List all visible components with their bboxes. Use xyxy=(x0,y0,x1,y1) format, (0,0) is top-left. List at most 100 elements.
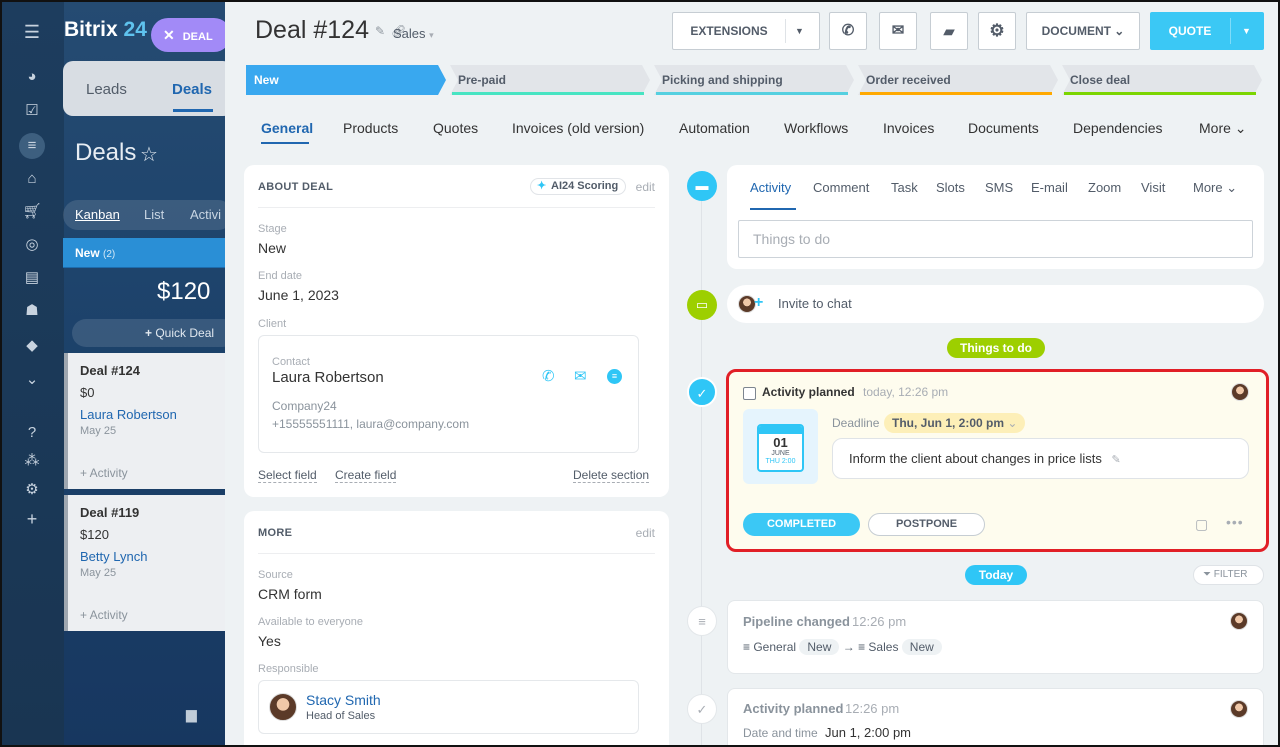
star-icon[interactable]: ☆ xyxy=(140,142,158,167)
kanban-card[interactable]: Deal #124 $0 Laura Robertson May 25 + Ac… xyxy=(64,353,234,489)
tab-more[interactable]: More ⌄ xyxy=(1199,120,1247,137)
editor-tab-sms[interactable]: SMS xyxy=(985,180,1013,195)
contact-center-icon[interactable]: ▤ xyxy=(20,266,44,290)
responsible-name[interactable]: Stacy Smith xyxy=(306,692,381,708)
card-name[interactable]: Deal #119 xyxy=(80,505,139,520)
end-date-value[interactable]: June 1, 2023 xyxy=(258,287,339,303)
chevron-down-icon[interactable]: ▼ xyxy=(795,13,804,49)
view-kanban[interactable]: Kanban xyxy=(75,207,120,222)
sitemap-icon[interactable]: ⁂ xyxy=(20,449,44,473)
editor-tab-slots[interactable]: Slots xyxy=(936,180,965,195)
tab-deals[interactable]: Deals xyxy=(172,81,212,98)
select-field-link[interactable]: Select field xyxy=(258,468,317,483)
bitrix24-logo[interactable]: Bitrix 24 xyxy=(64,18,147,42)
add-plus-icon[interactable]: + xyxy=(20,507,44,531)
document-button[interactable]: DOCUMENT ⌄ xyxy=(1026,12,1140,50)
edit-pencil-icon[interactable]: ✎ xyxy=(1112,454,1121,466)
gear-icon[interactable]: ⚙ xyxy=(978,12,1016,50)
edit-link[interactable]: edit xyxy=(636,526,655,540)
tab-quotes[interactable]: Quotes xyxy=(433,120,478,136)
close-icon[interactable]: ✕ xyxy=(163,27,175,43)
hamburger-menu-icon[interactable]: ☰ xyxy=(20,20,44,44)
more-chevron-icon[interactable]: ⌄ xyxy=(20,368,44,392)
card-person[interactable]: Betty Lynch xyxy=(80,549,147,564)
deal-category-selector[interactable]: Sales ▾ xyxy=(393,26,434,41)
extensions-button[interactable]: EXTENSIONS ▼ xyxy=(672,12,820,50)
view-activities[interactable]: Activi xyxy=(190,207,221,222)
stage-pre-paid[interactable]: Pre-paid xyxy=(450,65,650,95)
activity-checkbox[interactable] xyxy=(743,387,756,400)
robot-icon[interactable]: ☗ xyxy=(20,299,44,323)
source-value[interactable]: CRM form xyxy=(258,586,322,602)
phone-icon[interactable]: ✆ xyxy=(542,367,555,385)
marketing-target-icon[interactable]: ◎ xyxy=(20,233,44,257)
chevron-down-icon[interactable]: ▼ xyxy=(1242,12,1251,50)
tab-leads[interactable]: Leads xyxy=(86,81,127,98)
editor-tab-more[interactable]: More ⌄ xyxy=(1193,180,1237,196)
view-list[interactable]: List xyxy=(144,207,164,222)
create-field-link[interactable]: Create field xyxy=(335,468,397,483)
avatar[interactable] xyxy=(269,693,297,721)
editor-tab-task[interactable]: Task xyxy=(891,180,918,195)
tab-invoices[interactable]: Invoices xyxy=(883,120,934,136)
editor-tab-email[interactable]: E-mail xyxy=(1031,180,1068,195)
tab-documents[interactable]: Documents xyxy=(968,120,1039,136)
postpone-button[interactable]: POSTPONE xyxy=(868,513,985,536)
kanban-column-header[interactable]: New (2) xyxy=(63,238,233,268)
note-icon[interactable]: ▢ xyxy=(1195,516,1208,533)
activity-description[interactable]: Inform the client about changes in price… xyxy=(832,438,1249,479)
crm-icon[interactable]: ≡ xyxy=(19,133,45,159)
card-person[interactable]: Laura Robertson xyxy=(80,407,177,422)
tab-products[interactable]: Products xyxy=(343,120,398,136)
activity-stream-icon[interactable]: ◕ xyxy=(20,65,44,89)
phone-icon[interactable]: ✆ xyxy=(829,12,867,50)
things-to-do-input[interactable]: Things to do xyxy=(738,220,1253,258)
chat-icon[interactable]: ≡ xyxy=(607,369,622,384)
editor-tab-activity[interactable]: Activity xyxy=(750,180,791,195)
delete-section-link[interactable]: Delete section xyxy=(573,468,650,483)
kanban-card[interactable]: Deal #119 $120 Betty Lynch May 25 + Acti… xyxy=(64,495,234,631)
close-deal-pill[interactable]: ✕ DEAL xyxy=(151,18,231,52)
more-dots-icon[interactable]: ••• xyxy=(1226,514,1244,530)
chat-icon[interactable]: ▰ xyxy=(930,12,968,50)
print-icon[interactable]: ▆ xyxy=(186,706,197,723)
tasks-icon[interactable]: ☑ xyxy=(20,99,44,123)
stage-new[interactable]: New xyxy=(246,65,446,95)
avatar[interactable] xyxy=(1231,383,1249,401)
deal-title: Deal #124 ✎ 🔗︎ xyxy=(255,16,406,45)
card-add-activity[interactable]: + Activity xyxy=(80,608,128,622)
ai24-scoring-badge[interactable]: ✦ AI24 Scoring xyxy=(530,178,626,195)
stage-picking-shipping[interactable]: Picking and shipping xyxy=(654,65,854,95)
inventory-box-icon[interactable]: ◆ xyxy=(20,334,44,358)
edit-pencil-icon[interactable]: ✎ xyxy=(375,24,385,38)
description-text: Inform the client about changes in price… xyxy=(849,451,1102,466)
tab-workflows[interactable]: Workflows xyxy=(784,120,848,136)
editor-tab-zoom[interactable]: Zoom xyxy=(1088,180,1121,195)
tab-automation[interactable]: Automation xyxy=(679,120,750,136)
deadline-value[interactable]: Thu, Jun 1, 2:00 pm ⌄ xyxy=(884,413,1026,433)
stage-order-received[interactable]: Order received xyxy=(858,65,1058,95)
mail-icon[interactable]: ✉ xyxy=(574,367,587,385)
card-name[interactable]: Deal #124 xyxy=(80,363,140,378)
stage-value[interactable]: New xyxy=(258,240,286,256)
quote-button[interactable]: QUOTE ▼ xyxy=(1150,12,1264,50)
stage-close-deal[interactable]: Close deal xyxy=(1062,65,1262,95)
edit-link[interactable]: edit xyxy=(636,180,655,194)
invite-to-chat-row[interactable]: + Invite to chat xyxy=(727,285,1264,323)
company-icon[interactable]: ⌂ xyxy=(20,167,44,191)
contact-name[interactable]: Laura Robertson xyxy=(272,369,384,386)
help-icon[interactable]: ? xyxy=(20,421,44,445)
filter-button[interactable]: ⏷ FILTER xyxy=(1193,565,1264,585)
tab-invoices-old[interactable]: Invoices (old version) xyxy=(512,120,644,136)
editor-tab-comment[interactable]: Comment xyxy=(813,180,869,195)
editor-tab-visit[interactable]: Visit xyxy=(1141,180,1165,195)
tab-general[interactable]: General xyxy=(261,120,313,136)
settings-gear-icon[interactable]: ⚙ xyxy=(20,478,44,502)
card-add-activity[interactable]: + Activity xyxy=(80,466,128,480)
completed-button[interactable]: COMPLETED xyxy=(743,513,860,536)
tab-dependencies[interactable]: Dependencies xyxy=(1073,120,1163,136)
shop-cart-icon[interactable]: 🛒︎ xyxy=(20,200,44,224)
available-value[interactable]: Yes xyxy=(258,633,281,649)
quick-deal-button[interactable]: + Quick Deal xyxy=(72,319,237,347)
mail-icon[interactable]: ✉ xyxy=(879,12,917,50)
